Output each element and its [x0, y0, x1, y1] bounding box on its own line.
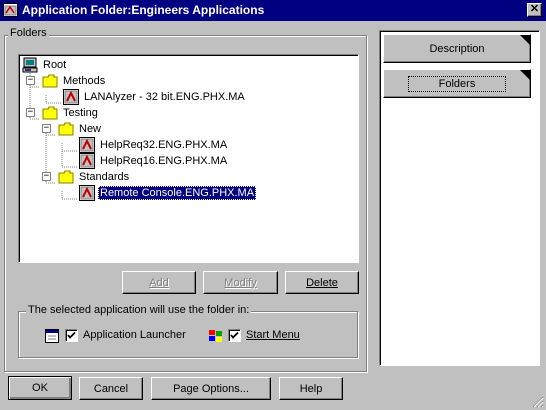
tree-node-methods[interactable]: − Methods — [26, 73, 107, 89]
folder-icon — [42, 74, 58, 88]
tab-description-label: Description — [429, 42, 485, 55]
cancel-button-label: Cancel — [93, 382, 129, 395]
checkmark-icon — [230, 331, 239, 339]
window-title: Application Folder:Engineers Application… — [22, 3, 265, 17]
add-button-label: Add — [149, 276, 169, 289]
page-options-button[interactable]: Page Options... — [151, 377, 271, 400]
folder-icon — [42, 106, 58, 120]
tree-node-root[interactable]: Root — [22, 57, 68, 73]
application-icon — [79, 137, 95, 153]
launcher-checkbox[interactable] — [65, 329, 78, 342]
delete-button[interactable]: Delete — [285, 271, 359, 294]
tree-node-remote-console[interactable]: Remote Console.ENG.PHX.MA — [79, 185, 257, 201]
tree-node-standards[interactable]: − Standards — [42, 169, 131, 185]
folder-icon — [58, 170, 74, 184]
collapse-toggle[interactable]: − — [42, 124, 51, 133]
folder-icon — [58, 122, 74, 136]
help-button-label: Help — [299, 382, 323, 395]
collapse-toggle[interactable]: − — [26, 108, 35, 117]
tree-node-label: Root — [43, 59, 67, 71]
title-bar[interactable]: Application Folder:Engineers Application… — [0, 0, 546, 21]
usage-group-label: The selected application will use the fo… — [26, 304, 252, 316]
tree-node-label: Standards — [79, 171, 130, 183]
tree-node-label: New — [79, 123, 102, 135]
tree-node-label: Testing — [63, 107, 98, 119]
cancel-button[interactable]: Cancel — [79, 377, 143, 400]
app-folder-icon — [3, 3, 18, 17]
root-computer-icon — [22, 57, 38, 73]
tree-node-testing[interactable]: − Testing — [26, 105, 100, 121]
dog-ear-icon — [520, 35, 530, 45]
help-button[interactable]: Help — [279, 377, 343, 400]
tree-node-label: Methods — [63, 75, 106, 87]
tree-node-label: LANAlyzer - 32 bit.ENG.PHX.MA — [84, 91, 245, 103]
application-icon — [79, 153, 95, 169]
start-menu-label[interactable]: Start Menu — [246, 329, 300, 341]
dog-ear-icon — [520, 70, 530, 80]
delete-button-label: Delete — [306, 276, 338, 289]
collapse-toggle[interactable]: − — [26, 76, 35, 85]
tree-node-label: Remote Console.ENG.PHX.MA — [98, 186, 257, 200]
tab-folders[interactable]: Folders — [383, 69, 531, 98]
close-button[interactable]: ✕ — [527, 3, 542, 17]
start-menu-checkbox[interactable] — [228, 329, 241, 342]
folder-tree[interactable]: Root − Methods LANAlyzer - 32 bit.ENG.PH… — [18, 54, 359, 263]
checkmark-icon — [67, 331, 76, 339]
folders-group-label: Folders — [8, 27, 49, 39]
modify-button[interactable]: Modify — [203, 271, 278, 294]
tree-node-lanalyzer[interactable]: LANAlyzer - 32 bit.ENG.PHX.MA — [63, 89, 247, 105]
tree-node-helpreq16[interactable]: HelpReq16.ENG.PHX.MA — [79, 153, 229, 169]
application-icon — [79, 185, 95, 201]
add-button[interactable]: Add — [122, 271, 196, 294]
tree-node-new[interactable]: − New — [42, 121, 103, 137]
tree-node-helpreq32[interactable]: HelpReq32.ENG.PHX.MA — [79, 137, 229, 153]
tab-description[interactable]: Description — [383, 34, 531, 63]
page-options-button-label: Page Options... — [173, 382, 249, 395]
ok-button-label: OK — [32, 382, 48, 394]
start-menu-flag-icon — [209, 330, 222, 342]
tree-node-label: HelpReq32.ENG.PHX.MA — [100, 139, 228, 151]
tab-folders-label: Folders — [407, 75, 507, 92]
launcher-window-icon — [45, 329, 59, 343]
launcher-label[interactable]: Application Launcher — [83, 329, 186, 341]
dialog-window: Application Folder:Engineers Application… — [0, 0, 546, 410]
size-grip-icon[interactable] — [532, 396, 544, 408]
modify-button-label: Modify — [224, 276, 257, 289]
ok-button[interactable]: OK — [8, 376, 72, 400]
tree-node-label: HelpReq16.ENG.PHX.MA — [100, 155, 228, 167]
collapse-toggle[interactable]: − — [42, 172, 51, 181]
application-icon — [63, 89, 79, 105]
